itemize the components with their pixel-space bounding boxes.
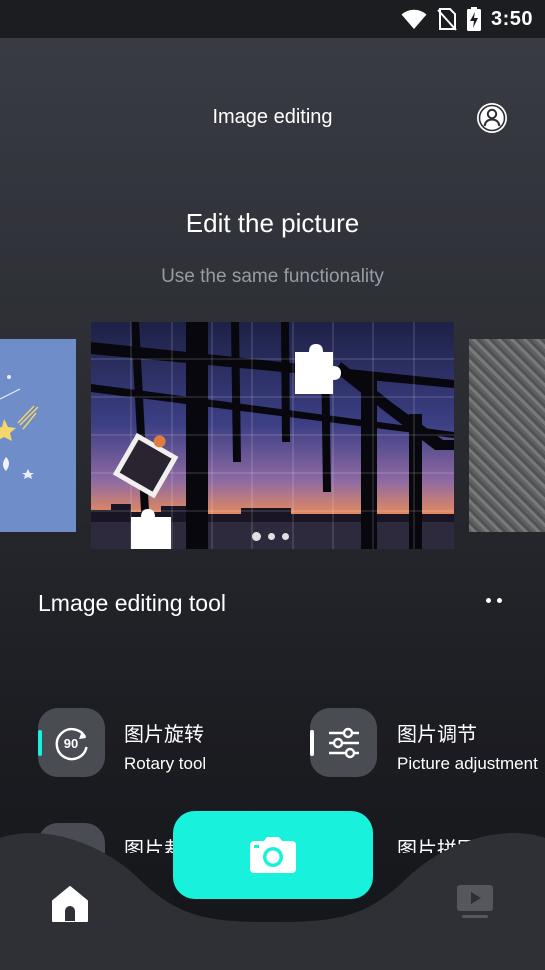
rotate-icon-label: 90 xyxy=(63,736,77,751)
section-title: Lmage editing tool xyxy=(38,590,226,616)
tool-accent-bar xyxy=(38,730,42,756)
status-bar: 3:50 xyxy=(0,0,545,38)
rotate-90-icon: 90 xyxy=(55,727,88,760)
wifi-icon xyxy=(401,9,427,29)
tool-rotate-name: 图片旋转 xyxy=(124,724,204,746)
tool-accent-bar xyxy=(310,730,314,756)
tool-rotate-desc: Rotary tool xyxy=(124,754,207,773)
battery-charging-icon xyxy=(466,7,481,31)
user-icon xyxy=(477,103,507,133)
tool-adjust[interactable]: 图片调节 Picture adjustment xyxy=(310,708,545,778)
hero-title: Edit the picture xyxy=(185,208,360,238)
sliders-icon xyxy=(328,727,359,758)
more-dot xyxy=(486,598,491,603)
tool-adjust-desc: Picture adjustment xyxy=(397,754,538,773)
nav-video-button[interactable] xyxy=(456,884,494,920)
tool-adjust-name: 图片调节 xyxy=(397,724,477,746)
tool-rotate[interactable]: 90 图片旋转 Rotary tool xyxy=(38,708,268,778)
status-time: 3:50 xyxy=(490,7,533,30)
nav-home-button[interactable] xyxy=(50,885,90,923)
profile-button[interactable] xyxy=(476,102,508,134)
no-sim-icon xyxy=(437,8,457,31)
camera-button[interactable] xyxy=(173,811,373,899)
more-dot xyxy=(497,598,502,603)
carousel-slide-next[interactable] xyxy=(469,339,545,532)
carousel-slide-active[interactable] xyxy=(91,322,454,549)
more-button[interactable] xyxy=(486,598,502,603)
carousel-slide-prev[interactable] xyxy=(0,339,76,532)
tool-rotate-icon-box: 90 xyxy=(38,708,105,777)
stars-illustration xyxy=(0,375,39,479)
carousel-dot xyxy=(268,533,275,540)
home-icon xyxy=(52,886,88,922)
app-screen: 3:50 Image editing Edit the picture Use … xyxy=(0,0,545,970)
carousel-dot-active xyxy=(252,532,261,541)
camera-icon xyxy=(250,837,296,873)
carousel-indicator xyxy=(252,532,289,541)
status-icons: 3:50 xyxy=(401,6,533,32)
video-icon xyxy=(457,885,493,918)
carousel-dot xyxy=(282,533,289,540)
page-title: Image editing xyxy=(212,106,333,128)
tool-adjust-icon-box xyxy=(310,708,377,777)
hero-subtitle: Use the same functionality xyxy=(161,266,384,287)
puzzle-sunset-image xyxy=(91,322,454,549)
